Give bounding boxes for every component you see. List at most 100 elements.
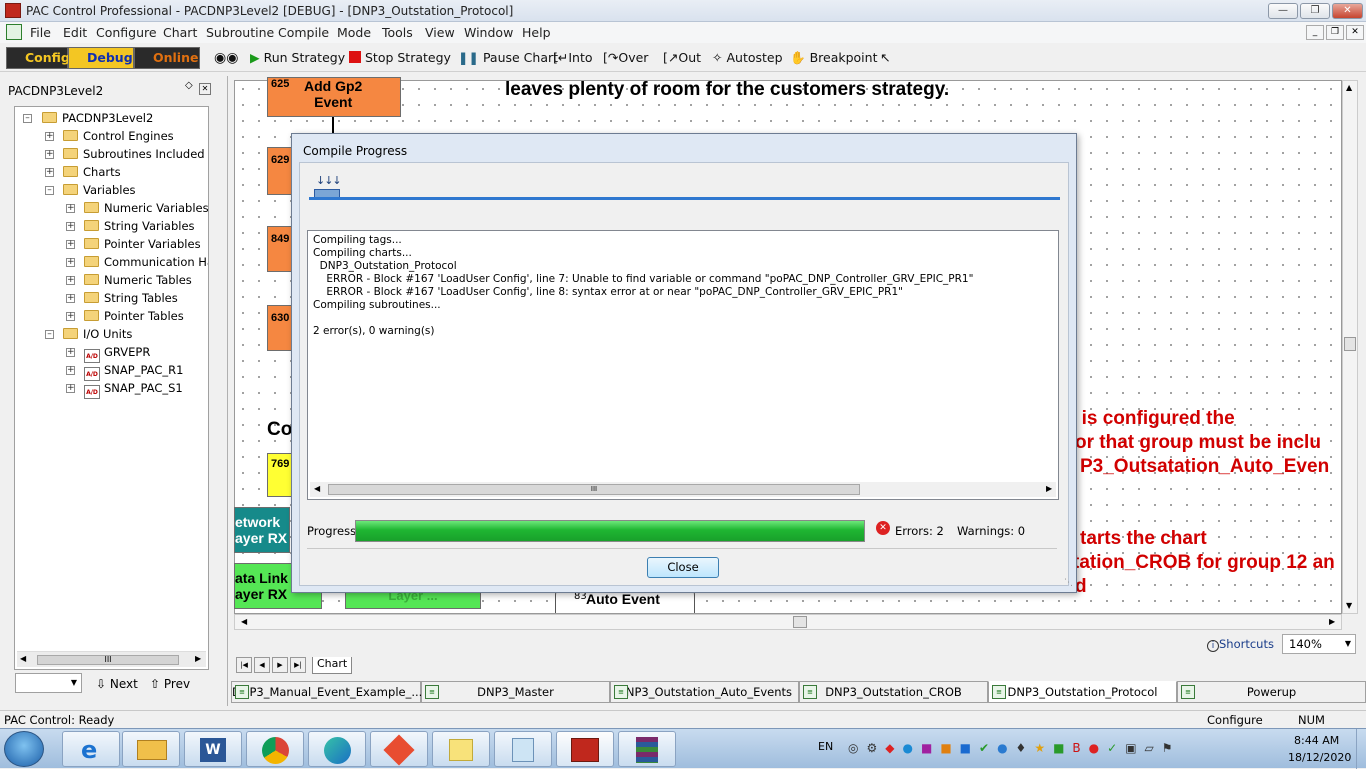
git-icon[interactable] [370,731,428,767]
tab-dnp3-outstation-auto-events[interactable]: ≡ DNP3_Outstation_Auto_Events [610,681,799,703]
pointer-icon[interactable]: ↖ [880,50,890,65]
run-strategy-button[interactable]: ▶ Run Strategy [250,50,345,65]
tree-pointer-variables[interactable]: + Pointer Variables [66,236,201,254]
tree-charts[interactable]: + Charts [45,164,121,182]
scroll-right-icon[interactable]: ▶ [1046,484,1052,493]
scroll-thumb[interactable]: III [37,655,179,665]
clock-date[interactable]: 18/12/2020 [1288,751,1351,764]
tree-hscrollbar[interactable]: ◀ III ▶ [17,651,206,667]
menu-help[interactable]: Help [522,25,551,40]
step-into-button[interactable]: [↵Into [553,50,593,65]
tree-root[interactable]: – PACDNP3Level2 [23,110,153,128]
chrome-icon[interactable] [246,731,304,767]
show-desktop-button[interactable] [1356,729,1366,769]
tray-icons[interactable]: ◎⚙◆●■■■✔●♦★■B●✓▣▱⚑ [848,741,1248,757]
pac-control-icon[interactable] [556,731,614,767]
network-icon[interactable]: ◎ [848,741,866,755]
pane-close-button[interactable]: ✕ [199,83,211,95]
config-mode-button[interactable]: Config [6,47,70,69]
menu-window[interactable]: Window [464,25,513,40]
tab-dnp3-manual-event[interactable]: ≡ DNP3_Manual_Event_Example_... [231,681,422,703]
debug-mode-button[interactable]: Debug [68,47,134,69]
word-icon[interactable]: W [184,731,242,767]
start-button[interactable] [4,731,44,767]
menu-tools[interactable]: Tools [382,25,413,40]
skype-icon[interactable]: ● [902,741,920,755]
tree-numeric-tables[interactable]: + Numeric Tables [66,272,192,290]
breakpoint-button[interactable]: ✋ Breakpoint [790,50,877,66]
tree-pointer-tables[interactable]: + Pointer Tables [66,308,184,326]
collapse-icon[interactable]: – [45,186,54,195]
tab-dnp3-outstation-crob[interactable]: ≡ DNP3_Outstation_CROB [799,681,988,703]
collapse-icon[interactable]: – [23,114,32,123]
chart-sheet-tab[interactable]: Chart [312,657,352,674]
resize-grip[interactable]: ⋱ [1064,578,1073,588]
scroll-thumb[interactable]: III [328,484,860,495]
expand-icon[interactable]: + [66,366,75,375]
tray-app-icon[interactable]: ♦ [1016,741,1035,755]
binoculars-icon[interactable]: ◉◉ [214,50,238,66]
mdi-restore-button[interactable]: ❐ [1326,25,1344,40]
expand-icon[interactable]: + [66,348,75,357]
stop-strategy-button[interactable]: Stop Strategy [349,50,451,65]
next-button[interactable]: ⇩ Next [96,677,138,691]
expand-icon[interactable]: + [66,384,75,393]
tree-snap-pac-r1[interactable]: + A/D SNAP_PAC_R1 [66,362,183,381]
scroll-up-icon[interactable]: ▲ [1346,83,1352,92]
flag-icon[interactable]: ⚑ [1162,741,1181,755]
menu-compile[interactable]: Compile [278,25,329,40]
menu-file[interactable]: File [30,25,51,40]
tree-communication-handles[interactable]: + Communication Handl [66,254,208,272]
tree-io-units[interactable]: – I/O Units [45,326,132,344]
canvas-vscrollbar[interactable]: ▲ ▼ [1342,80,1358,614]
tree-filter-select[interactable]: ▼ [15,673,82,693]
mdi-minimize-button[interactable]: _ [1306,25,1324,40]
prev-sheet-button[interactable]: ◀ [254,657,270,673]
scroll-left-icon[interactable]: ◀ [241,617,247,626]
tool-icon[interactable]: ⚙ [866,741,885,755]
expand-icon[interactable]: + [66,204,75,213]
scroll-left-icon[interactable]: ◀ [314,484,320,493]
scroll-thumb[interactable] [1344,337,1356,351]
online-mode-button[interactable]: Online [134,47,200,69]
scroll-down-icon[interactable]: ▼ [1346,601,1352,610]
tray-app-icon[interactable]: ★ [1034,741,1053,755]
notepad-icon[interactable] [494,731,552,767]
scroll-right-icon[interactable]: ▶ [195,654,201,663]
menu-edit[interactable]: Edit [63,25,87,40]
tree-grvepr[interactable]: + A/D GRVEPR [66,344,150,363]
tray-app-icon[interactable]: ■ [940,741,959,755]
collapse-icon[interactable]: – [45,330,54,339]
b-icon[interactable]: B [1072,741,1088,755]
scroll-left-icon[interactable]: ◀ [20,654,26,663]
expand-icon[interactable]: + [66,240,75,249]
chart-block-625[interactable]: 625 Add Gp2 Event [267,77,401,117]
display-icon[interactable]: ▣ [1125,741,1144,755]
tab-dnp3-outstation-protocol[interactable]: ≡ DNP3_Outstation_Protocol [988,681,1177,703]
tab-powerup[interactable]: ≡ Powerup [1177,681,1366,703]
tray-app-icon[interactable]: ■ [960,741,979,755]
last-sheet-button[interactable]: ▶| [290,657,306,673]
first-sheet-button[interactable]: |◀ [236,657,252,673]
mdi-close-button[interactable]: ✕ [1346,25,1364,40]
expand-icon[interactable]: + [66,276,75,285]
winrar-icon[interactable] [618,731,676,767]
step-out-button[interactable]: [↗Out [663,50,701,65]
tab-dnp3-master[interactable]: ≡ DNP3_Master [421,681,610,703]
expand-icon[interactable]: + [45,168,54,177]
file-explorer-icon[interactable] [122,731,180,767]
zoom-select[interactable]: 140% ▼ [1282,634,1356,654]
network-layer-rx-block[interactable]: etwork ayer RX [234,507,290,553]
edge-icon[interactable] [308,731,366,767]
menu-subroutine[interactable]: Subroutine [206,25,274,40]
expand-icon[interactable]: + [66,312,75,321]
expand-icon[interactable]: + [45,150,54,159]
pin-icon[interactable]: ◇ [185,80,193,91]
menu-mode[interactable]: Mode [337,25,371,40]
menu-configure[interactable]: Configure [96,25,157,40]
expand-icon[interactable]: + [66,222,75,231]
check-icon[interactable]: ✓ [1107,741,1125,755]
expand-icon[interactable]: + [66,258,75,267]
next-sheet-button[interactable]: ▶ [272,657,288,673]
tray-app-icon[interactable]: ● [1089,741,1107,755]
